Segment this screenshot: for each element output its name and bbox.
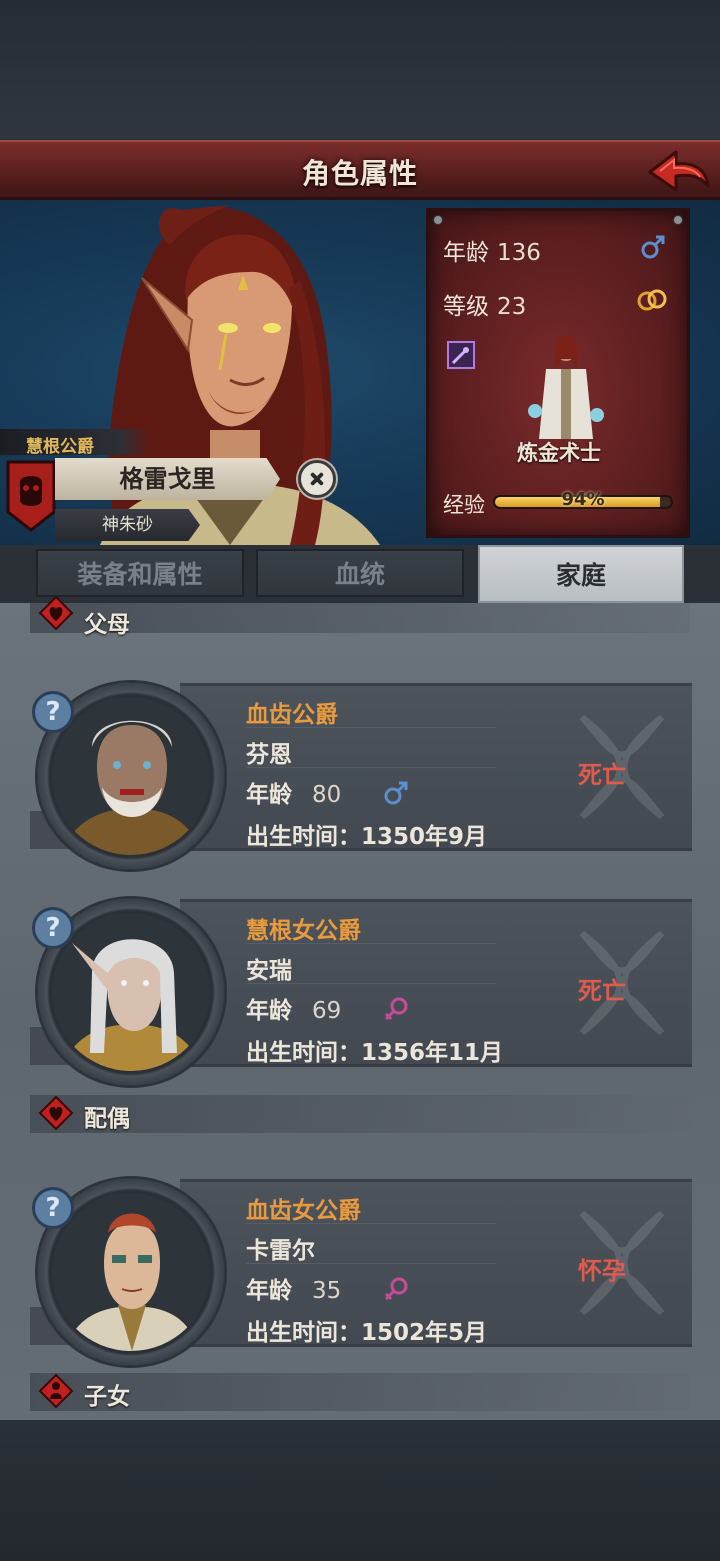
exp-percent: 94% xyxy=(561,489,605,510)
age-label: 年龄 xyxy=(246,998,292,1024)
member-title: 血齿女公爵 xyxy=(246,1198,361,1224)
divider xyxy=(246,983,496,984)
help-icon[interactable]: ? xyxy=(32,691,74,733)
page-title: 角色属性 xyxy=(301,157,418,190)
character-subtitle: 神朱砂 xyxy=(55,509,200,541)
help-icon[interactable]: ? xyxy=(32,1187,74,1229)
back-arrow-icon xyxy=(648,150,710,192)
member-birth: 出生时间：1350年9月 xyxy=(246,824,488,850)
section-spouse: 配偶 xyxy=(84,1106,130,1132)
age-value: 69 xyxy=(312,998,342,1024)
staff-icon[interactable] xyxy=(447,341,475,369)
level-label: 等级 xyxy=(443,294,489,320)
age-value: 35 xyxy=(312,1278,342,1304)
family-content: 父母 ? 血齿公爵 芬恩 年龄 80 出生时间：1350年9月 死亡 ? 慧根女… xyxy=(0,595,720,1420)
female-icon xyxy=(384,997,408,1021)
family-card-father[interactable]: ? 血齿公爵 芬恩 年龄 80 出生时间：1350年9月 死亡 xyxy=(30,683,692,869)
house-crest-icon xyxy=(6,460,56,532)
rivet xyxy=(433,215,443,225)
divider xyxy=(246,1223,496,1224)
member-title: 血齿公爵 xyxy=(246,702,338,728)
age-label: 年龄 xyxy=(246,1278,292,1304)
heart-icon xyxy=(38,1095,74,1131)
tab-equipment[interactable]: 装备和属性 xyxy=(36,549,244,597)
portrait-image xyxy=(52,697,210,855)
divider xyxy=(246,767,496,768)
age-value: 136 xyxy=(497,240,541,266)
member-age: 年龄 35 xyxy=(246,1271,341,1305)
family-card-spouse[interactable]: ? 血齿女公爵 卡雷尔 年龄 35 出生时间：1502年5月 怀孕 xyxy=(30,1179,692,1365)
member-name: 卡雷尔 xyxy=(246,1238,315,1264)
member-birth: 出生时间：1356年11月 xyxy=(246,1040,504,1066)
class-figure xyxy=(528,335,604,439)
age-value: 80 xyxy=(312,782,342,808)
male-icon xyxy=(384,781,408,805)
character-name: 格雷戈里 xyxy=(55,458,280,500)
member-age: 年龄 80 xyxy=(246,775,341,809)
stats-panel: 年龄 136 等级 23 炼金术士 经验 94% xyxy=(426,208,690,538)
age-label: 年龄 xyxy=(443,240,489,266)
class-name: 炼金术士 xyxy=(517,441,601,465)
close-icon[interactable] xyxy=(298,460,336,498)
age-stat: 年龄 136 xyxy=(443,233,541,267)
heart-icon xyxy=(38,595,74,631)
member-status: 死亡 xyxy=(578,761,626,789)
member-title: 慧根女公爵 xyxy=(246,918,361,944)
tab-family[interactable]: 家庭 xyxy=(478,545,684,603)
divider xyxy=(246,727,496,728)
divider xyxy=(246,1263,496,1264)
section-parents: 父母 xyxy=(84,612,130,638)
section-children: 子女 xyxy=(84,1384,130,1410)
header-bar: 角色属性 xyxy=(0,140,720,200)
bottom-background xyxy=(0,1420,720,1561)
family-card-mother[interactable]: ? 慧根女公爵 安瑞 年龄 69 出生时间：1356年11月 死亡 xyxy=(30,899,692,1085)
female-icon xyxy=(384,1277,408,1301)
child-icon xyxy=(38,1373,74,1409)
member-name: 安瑞 xyxy=(246,958,292,984)
rivet xyxy=(673,215,683,225)
member-name: 芬恩 xyxy=(246,742,292,768)
help-icon[interactable]: ? xyxy=(32,907,74,949)
top-background xyxy=(0,0,720,140)
divider xyxy=(246,943,496,944)
portrait-image xyxy=(52,1193,210,1351)
back-button[interactable] xyxy=(646,146,712,196)
member-status: 死亡 xyxy=(578,977,626,1005)
character-title-tag: 慧根公爵 xyxy=(0,429,150,457)
member-status: 怀孕 xyxy=(578,1257,626,1285)
level-stat: 等级 23 xyxy=(443,287,526,321)
level-value: 23 xyxy=(497,294,527,320)
tab-lineage[interactable]: 血统 xyxy=(256,549,464,597)
member-birth: 出生时间：1502年5月 xyxy=(246,1320,488,1346)
age-label: 年龄 xyxy=(246,782,292,808)
exp-label: 经验 xyxy=(443,493,485,517)
member-age: 年龄 69 xyxy=(246,991,341,1025)
male-icon xyxy=(641,235,665,259)
portrait-image xyxy=(52,913,210,1071)
ring-icon[interactable] xyxy=(635,287,669,313)
